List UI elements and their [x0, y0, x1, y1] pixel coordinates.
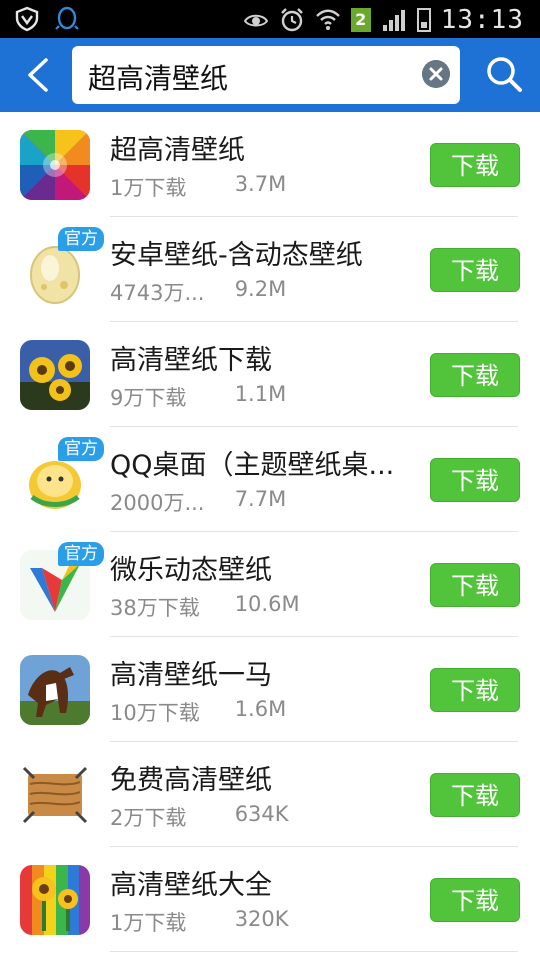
app-name: 微乐动态壁纸	[110, 555, 272, 586]
list-item[interactable]: 高清壁纸一马 10万下载 1.6M 下载	[0, 637, 540, 742]
horse-photo-icon	[20, 655, 90, 725]
file-size: 9.2M	[234, 277, 287, 301]
app-meta: 1万下载 320K	[110, 907, 289, 937]
official-badge: 官方	[58, 437, 104, 461]
download-count: 10万下载	[110, 701, 200, 725]
sunflower-photo-icon	[20, 340, 90, 410]
battery-icon	[416, 8, 431, 32]
vpn-shield-icon	[15, 6, 39, 32]
official-badge: 官方	[58, 227, 104, 251]
download-button[interactable]: 下载	[430, 248, 520, 292]
file-size: 634K	[234, 802, 289, 826]
download-count: 4743万...	[110, 281, 205, 305]
list-item[interactable]: 高清壁纸下载 9万下载 1.1M 下载	[0, 322, 540, 427]
file-size: 1.1M	[234, 382, 287, 406]
app-result-list: 超高清壁纸 1万下载 3.7M 下载 官方 安卓壁纸-含动态壁纸 4743万..…	[0, 112, 540, 952]
qq-penguin-icon	[55, 6, 79, 30]
app-meta: 2万下载 634K	[110, 802, 289, 832]
signal-icon	[382, 10, 405, 31]
list-item[interactable]: 官方 QQ桌面（主题壁纸桌... 2000万... 7.7M 下载	[0, 427, 540, 532]
app-name: 高清壁纸一马	[110, 660, 272, 691]
app-meta: 1万下载 3.7M	[110, 172, 286, 202]
wifi-icon	[315, 9, 340, 30]
clear-search-icon[interactable]	[422, 60, 450, 88]
divider	[110, 951, 518, 952]
download-count: 1万下载	[110, 911, 187, 935]
search-header: 超高清壁纸	[0, 38, 540, 112]
app-name: 免费高清壁纸	[110, 765, 272, 796]
sunflower-rainbow-icon	[20, 865, 90, 935]
official-badge: 官方	[58, 542, 104, 566]
list-item[interactable]: 高清壁纸大全 1万下载 320K 下载	[0, 847, 540, 952]
file-size: 10.6M	[234, 592, 300, 616]
download-button[interactable]: 下载	[430, 878, 520, 922]
colorful-swirl-icon	[20, 130, 90, 200]
download-button[interactable]: 下载	[430, 668, 520, 712]
download-button[interactable]: 下载	[430, 563, 520, 607]
app-name: 高清壁纸大全	[110, 870, 272, 901]
sim-badge: 2	[350, 8, 371, 32]
status-bar: 2 13:13	[0, 0, 540, 38]
search-input[interactable]: 超高清壁纸	[72, 46, 460, 104]
eye-icon	[243, 14, 268, 27]
app-meta: 10万下载 1.6M	[110, 697, 286, 727]
list-item[interactable]: 官方 安卓壁纸-含动态壁纸 4743万... 9.2M 下载	[0, 217, 540, 322]
search-icon[interactable]	[484, 54, 524, 94]
download-button[interactable]: 下载	[430, 458, 520, 502]
file-size: 7.7M	[234, 487, 287, 511]
download-count: 9万下载	[110, 386, 187, 410]
app-name: QQ桌面（主题壁纸桌...	[110, 450, 395, 481]
app-meta: 38万下载 10.6M	[110, 592, 300, 622]
app-name: 安卓壁纸-含动态壁纸	[110, 240, 363, 271]
back-arrow-icon[interactable]	[18, 54, 58, 96]
clock: 13:13	[440, 5, 524, 35]
download-button[interactable]: 下载	[430, 143, 520, 187]
download-button[interactable]: 下载	[430, 353, 520, 397]
alarm-icon	[280, 8, 303, 32]
app-meta: 4743万... 9.2M	[110, 277, 286, 307]
list-item[interactable]: 免费高清壁纸 2万下载 634K 下载	[0, 742, 540, 847]
app-name: 高清壁纸下载	[110, 345, 272, 376]
wood-frame-icon	[20, 760, 90, 830]
download-count: 2万下载	[110, 806, 187, 830]
file-size: 1.6M	[234, 697, 287, 721]
file-size: 320K	[234, 907, 289, 931]
app-name: 超高清壁纸	[110, 135, 245, 166]
download-count: 38万下载	[110, 596, 200, 620]
download-button[interactable]: 下载	[430, 773, 520, 817]
search-query-text: 超高清壁纸	[88, 62, 229, 95]
download-count: 1万下载	[110, 176, 187, 200]
app-meta: 9万下载 1.1M	[110, 382, 286, 412]
download-count: 2000万...	[110, 491, 205, 515]
app-meta: 2000万... 7.7M	[110, 487, 286, 517]
list-item[interactable]: 超高清壁纸 1万下载 3.7M 下载	[0, 112, 540, 217]
list-item[interactable]: 官方 微乐动态壁纸 38万下载 10.6M 下载	[0, 532, 540, 637]
file-size: 3.7M	[234, 172, 287, 196]
